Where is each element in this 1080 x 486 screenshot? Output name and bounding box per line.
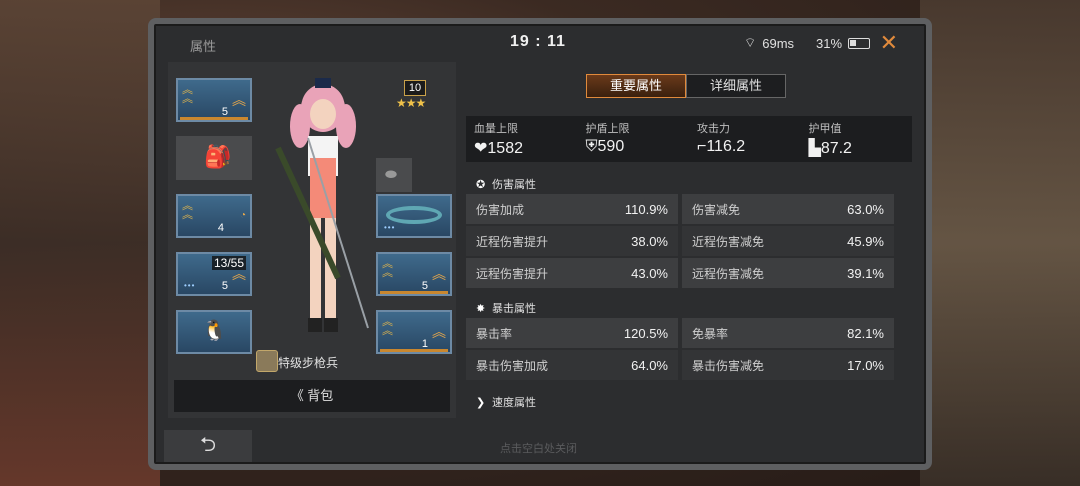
stat-max-hp: 血量上限 ❤1582	[474, 123, 523, 157]
wifi-icon: ⌔	[744, 35, 757, 50]
attribute-tabs: 重要属性 详细属性	[586, 74, 786, 98]
stat-max-shield: 护盾上限 ⛨590	[585, 123, 630, 155]
crit-icon: ✸	[476, 303, 486, 315]
backpack-icon: 🎒	[204, 144, 232, 169]
equip-slot-bracelet[interactable]: •••	[376, 194, 452, 238]
battery-percent: 31%	[816, 35, 843, 51]
equip-slot-melee[interactable]: ︽ ︽ 5 ︽	[376, 252, 452, 296]
stat-attack: 攻击力 ⌐116.2	[697, 123, 746, 155]
class-name: 特级步枪兵	[278, 356, 339, 370]
equip-slot-backpack-empty[interactable]: 🎒	[176, 136, 252, 180]
rank-chevron-icon: ︽ ︽	[182, 200, 193, 221]
speed-icon: ❯	[476, 397, 486, 409]
attribute-panel: 重要属性 详细属性 血量上限 ❤1582 护盾上限 ⛨590 攻击力 ⌐116.…	[466, 62, 916, 418]
stat-row: 暴击率 120.5% 免暴率 82.1%	[466, 318, 898, 348]
upgrade-arrow-icon: ︽	[432, 266, 446, 282]
upgrade-arrow-icon: ︽	[232, 266, 246, 282]
damage-icon: ✪	[476, 179, 486, 191]
cooldown-icon: ◔	[239, 210, 246, 221]
rank-stars-icon: ★★★	[396, 96, 426, 110]
section-crit: ✸ 暴击属性	[476, 303, 536, 315]
armor-icon: ▙	[808, 140, 821, 157]
class-rifle-icon	[256, 350, 278, 372]
equip-slot-grenade[interactable]: ︽ ︽ 4 ◔	[176, 194, 252, 238]
return-icon: ⮌	[199, 434, 217, 456]
background-left	[0, 0, 160, 486]
bag-button[interactable]: 《 背包	[174, 380, 450, 412]
bracelet-icon	[386, 206, 442, 224]
status-bar: ⌔ 69ms 31%	[744, 35, 871, 51]
character-model	[268, 78, 378, 358]
equip-slot-pet[interactable]: 🐧	[176, 310, 252, 354]
battery-icon	[848, 37, 871, 49]
main-stats: 血量上限 ❤1582 护盾上限 ⛨590 攻击力 ⌐116.2 护甲值 ▙87.…	[466, 116, 912, 162]
equip-slot-primary-weapon[interactable]: 13/55 ••• 5 ︽	[176, 252, 252, 296]
upgrade-arrow-icon: ︽	[232, 92, 246, 108]
pill-icon: ⬬	[385, 166, 397, 182]
stat-row: 远程伤害提升 43.0% 远程伤害减免 39.1%	[466, 258, 898, 288]
shield-icon: ⛨	[585, 138, 598, 155]
upgrade-arrow-icon: ︽	[432, 324, 446, 340]
attribute-window: 属性 19 : 11 ⌔ 69ms 31% ✕ ︽ ︽ 5 ︽ 🎒 ︽ ︽ 4 ◔ …	[148, 18, 932, 470]
stat-row: 暴击伤害加成 64.0% 暴击伤害减免 17.0%	[466, 350, 898, 380]
background-right	[920, 0, 1080, 486]
rank-chevron-icon: ︽ ︽	[182, 84, 193, 105]
equipment-panel: ︽ ︽ 5 ︽ 🎒 ︽ ︽ 4 ◔ 13/55 ••• 5 ︽ 🐧 10 ★★★…	[168, 62, 456, 418]
close-hint[interactable]: 点击空白处关闭	[500, 440, 577, 456]
ping-text: 69ms	[762, 35, 795, 51]
back-button[interactable]: ⮌	[164, 430, 252, 462]
stat-armor: 护甲值 ▙87.2	[808, 123, 852, 157]
equip-slot-accessory[interactable]: ⬬	[376, 158, 412, 192]
heart-icon: ❤	[474, 140, 488, 157]
equip-slot-armor[interactable]: ︽ ︽ 1 ︽	[376, 310, 452, 354]
section-speed: ❯ 速度属性	[476, 397, 536, 409]
top-bar: 属性 19 : 11 ⌔ 69ms 31% ✕	[154, 24, 926, 62]
rank-chevron-icon: ︽ ︽	[382, 258, 393, 279]
close-button[interactable]: ✕	[880, 30, 898, 56]
equip-slot-helmet[interactable]: ︽ ︽ 5 ︽	[176, 78, 252, 122]
tab-important-attributes[interactable]: 重要属性	[586, 74, 686, 98]
penguin-icon: 🐧	[202, 320, 227, 342]
clock: 19 : 11	[510, 33, 566, 50]
window-title: 属性	[190, 39, 217, 54]
gun-icon: ⌐	[697, 138, 707, 155]
stat-row: 伤害加成 110.9% 伤害减免 63.0%	[466, 194, 898, 224]
tab-detailed-attributes[interactable]: 详细属性	[686, 74, 786, 98]
rank-badge: 10 ★★★	[396, 80, 426, 110]
rank-chevron-icon: ︽ ︽	[382, 316, 393, 337]
section-damage: ✪ 伤害属性	[476, 179, 536, 191]
stat-row: 近程伤害提升 38.0% 近程伤害减免 45.9%	[466, 226, 898, 256]
